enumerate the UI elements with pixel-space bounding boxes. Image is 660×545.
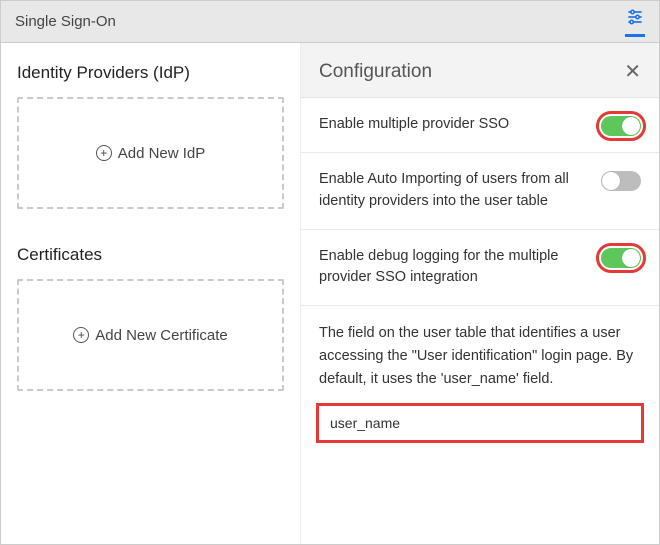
- setting-row-enable-sso: Enable multiple provider SSO: [301, 98, 659, 153]
- toggle-enable-sso[interactable]: [601, 116, 641, 136]
- close-icon[interactable]: ✕: [624, 62, 641, 82]
- add-idp-label: Add New IdP: [118, 145, 206, 162]
- plus-circle-icon: +: [96, 145, 112, 161]
- field-description: The field on the user table that identif…: [319, 322, 641, 392]
- add-idp-button[interactable]: + Add New IdP: [17, 97, 284, 209]
- idp-heading: Identity Providers (IdP): [17, 63, 284, 83]
- toggle-debug-logging[interactable]: [601, 248, 641, 268]
- add-cert-label: Add New Certificate: [95, 327, 228, 344]
- titlebar: Single Sign-On: [1, 1, 659, 43]
- config-panel: Configuration ✕ Enable multiple provider…: [301, 43, 659, 544]
- user-field-input[interactable]: [319, 406, 641, 440]
- plus-circle-icon: +: [73, 327, 89, 343]
- add-cert-button[interactable]: + Add New Certificate: [17, 279, 284, 391]
- panel-title: Configuration: [319, 61, 432, 83]
- setting-label: Enable Auto Importing of users from all …: [319, 169, 589, 213]
- setting-row-auto-import: Enable Auto Importing of users from all …: [301, 153, 659, 230]
- body: Identity Providers (IdP) + Add New IdP C…: [1, 43, 659, 544]
- setting-label: Enable debug logging for the multiple pr…: [319, 246, 589, 290]
- setting-row-debug-logging: Enable debug logging for the multiple pr…: [301, 230, 659, 307]
- setting-label: Enable multiple provider SSO: [319, 114, 589, 136]
- add-idp-inner: + Add New IdP: [96, 145, 206, 162]
- page-title: Single Sign-On: [15, 13, 116, 30]
- app-frame: Single Sign-On Identity Providers (IdP) …: [0, 0, 660, 545]
- left-column: Identity Providers (IdP) + Add New IdP C…: [1, 43, 301, 544]
- cert-heading: Certificates: [17, 245, 284, 265]
- settings-icon[interactable]: [625, 7, 645, 37]
- toggle-auto-import[interactable]: [601, 171, 641, 191]
- field-row-user-field: The field on the user table that identif…: [301, 306, 659, 450]
- panel-header: Configuration ✕: [301, 43, 659, 98]
- add-cert-inner: + Add New Certificate: [73, 327, 228, 344]
